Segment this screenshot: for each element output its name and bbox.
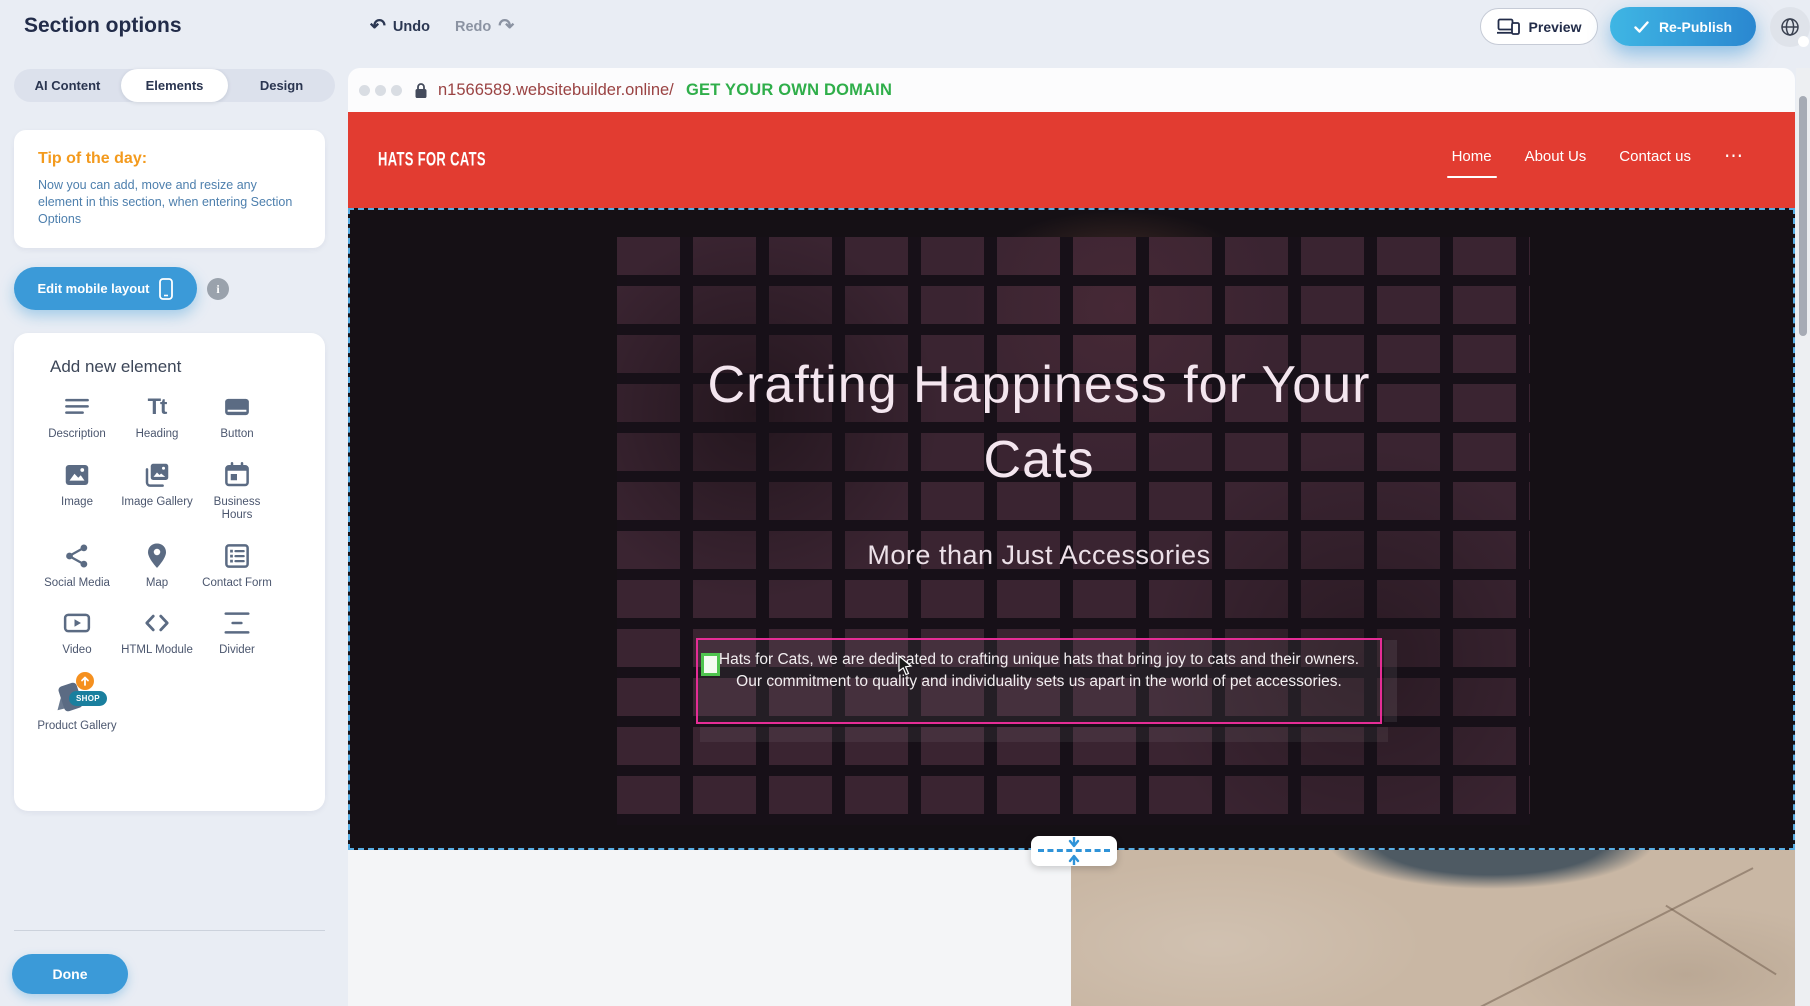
lock-icon	[414, 82, 428, 99]
panel-divider	[14, 930, 325, 931]
scrollbar-track[interactable]	[1796, 68, 1810, 1006]
upgrade-arrow-badge	[76, 672, 94, 690]
selected-text-block[interactable]: Hats for Cats, we are dedicated to craft…	[696, 638, 1382, 724]
selection-highlight-bottom	[700, 727, 1388, 742]
window-dot	[375, 85, 386, 96]
panel-tabs: AI Content Elements Design	[14, 69, 335, 102]
redo-icon: ↷	[498, 15, 514, 38]
product-gallery-icon: SHOP	[54, 675, 100, 715]
info-icon[interactable]: i	[207, 278, 229, 300]
add-element-html-module[interactable]: HTML Module	[117, 607, 197, 658]
check-icon	[1634, 21, 1649, 33]
next-section-background	[348, 850, 1071, 1006]
shop-badge: SHOP	[69, 691, 107, 706]
add-element-video[interactable]: Video	[37, 607, 117, 658]
add-element-product-gallery[interactable]: SHOP Product Gallery	[37, 675, 117, 734]
add-element-image-gallery[interactable]: Image Gallery	[117, 459, 197, 523]
html-code-icon	[142, 607, 172, 639]
site-header: HATS FOR CATS Home About Us Contact us ⋯	[348, 112, 1795, 208]
edit-mobile-layout-label: Edit mobile layout	[38, 281, 150, 296]
tip-body: Now you can add, move and resize any ele…	[38, 177, 293, 228]
edit-mobile-layout-button[interactable]: Edit mobile layout	[14, 267, 197, 310]
arrow-down-icon	[1067, 837, 1081, 848]
description-icon	[62, 391, 92, 423]
undo-icon: ↶	[370, 15, 386, 38]
add-element-map[interactable]: Map	[117, 540, 197, 591]
add-element-button[interactable]: Button	[197, 391, 277, 442]
globe-icon	[1780, 17, 1800, 37]
section-divider-line	[1038, 849, 1110, 852]
add-element-business-hours[interactable]: Business Hours	[197, 459, 277, 523]
tab-design[interactable]: Design	[228, 69, 335, 102]
hero-heading[interactable]: Crafting Happiness for Your Cats	[348, 348, 1730, 498]
tab-ai-content[interactable]: AI Content	[14, 69, 121, 102]
undo-button[interactable]: ↶ Undo	[370, 15, 430, 38]
tip-of-the-day-card: Tip of the day: Now you can add, move an…	[14, 130, 325, 248]
section-resize-handle[interactable]	[1031, 836, 1117, 866]
image-icon	[62, 459, 92, 491]
add-element-contact-form[interactable]: Contact Form	[197, 540, 277, 591]
site-logo[interactable]: HATS FOR CATS	[378, 148, 486, 171]
add-element-social-media[interactable]: Social Media	[37, 540, 117, 591]
nav-contact-us[interactable]: Contact us	[1619, 148, 1691, 169]
browser-chrome-bar: n1566589.websitebuilder.online/ GET YOUR…	[348, 68, 1795, 112]
add-element-divider[interactable]: Divider	[197, 607, 277, 658]
get-domain-link[interactable]: GET YOUR OWN DOMAIN	[686, 81, 892, 100]
video-icon	[62, 607, 92, 639]
page-title: Section options	[24, 14, 182, 38]
add-element-heading[interactable]: Tt Heading	[117, 391, 197, 442]
arrow-up-icon	[1067, 854, 1081, 865]
divider-icon	[222, 607, 252, 639]
done-button[interactable]: Done	[12, 954, 128, 994]
social-media-icon	[62, 540, 92, 572]
hero-body-text[interactable]: Hats for Cats, we are dedicated to craft…	[698, 649, 1380, 693]
hero-subheading[interactable]: More than Just Accessories	[348, 540, 1730, 571]
nav-about-us[interactable]: About Us	[1525, 148, 1587, 169]
contact-form-icon	[222, 540, 252, 572]
add-new-element-card: Add new element Description Tt Heading	[14, 333, 325, 811]
nav-home[interactable]: Home	[1452, 148, 1492, 169]
map-pin-icon	[142, 540, 172, 572]
add-element-title: Add new element	[50, 357, 181, 377]
tab-elements[interactable]: Elements	[121, 69, 228, 102]
republish-button[interactable]: Re-Publish	[1610, 7, 1756, 46]
next-section-photo	[1071, 850, 1795, 1006]
image-gallery-icon	[142, 459, 172, 491]
button-icon	[222, 391, 252, 423]
nav-more-menu[interactable]: ⋯	[1724, 152, 1743, 166]
hero-content: Crafting Happiness for Your Cats More th…	[348, 208, 1730, 850]
redo-button[interactable]: Redo ↷	[455, 15, 514, 38]
add-element-image[interactable]: Image	[37, 459, 117, 523]
tip-title: Tip of the day:	[38, 150, 301, 168]
business-hours-icon	[222, 459, 252, 491]
window-dot	[359, 85, 370, 96]
devices-icon	[1497, 18, 1520, 35]
scrollbar-thumb[interactable]	[1799, 96, 1807, 336]
floor-tile-line	[1665, 905, 1776, 976]
preview-button[interactable]: Preview	[1480, 8, 1598, 45]
globe-notification-dot	[1798, 36, 1809, 47]
hero-section[interactable]: Crafting Happiness for Your Cats More th…	[348, 208, 1795, 850]
element-grid: Description Tt Heading Button	[37, 391, 287, 733]
app-window: Section options AI Content Elements Desi…	[0, 0, 1810, 1006]
window-dot	[391, 85, 402, 96]
floor-tile-line	[1459, 867, 1754, 1006]
phone-icon	[159, 278, 173, 300]
selection-highlight-right	[1384, 640, 1397, 722]
heading-icon: Tt	[148, 391, 167, 423]
add-element-description[interactable]: Description	[37, 391, 117, 442]
site-url[interactable]: n1566589.websitebuilder.online/	[438, 81, 674, 100]
site-nav: Home About Us Contact us ⋯	[1452, 148, 1743, 169]
